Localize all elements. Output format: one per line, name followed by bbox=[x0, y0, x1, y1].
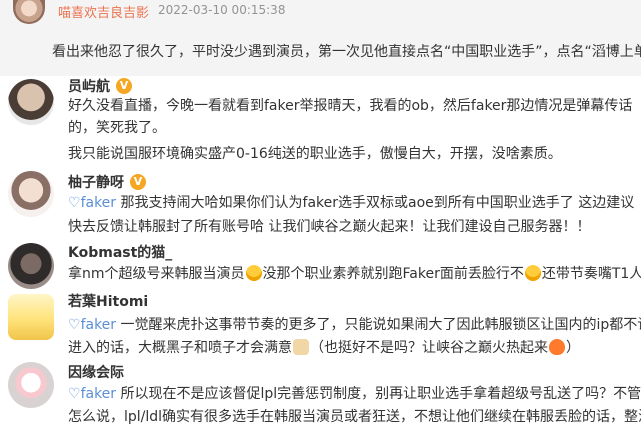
avatar[interactable] bbox=[8, 362, 54, 408]
mention-tag[interactable]: ♡faker bbox=[68, 386, 121, 402]
avatar[interactable] bbox=[8, 171, 54, 217]
reply-text-line: 快去反馈让韩服封了所有账号哈 让我们峡谷之巅火起来！让我们建设自己服务器！！ bbox=[68, 219, 591, 235]
reply-item: 若葉Hitomi ♡faker 一觉醒来虎扑这事带节奏的更多了，只能说如果闹大了… bbox=[0, 292, 641, 358]
avatar[interactable] bbox=[8, 79, 54, 125]
reply-text-line: ♡faker 所以现在不是应该督促lpl完善惩罚制度，别再让职业选手拿着超级号乱… bbox=[68, 386, 641, 402]
reply-user-row: 柚子静呀 V bbox=[68, 172, 146, 192]
reply-username[interactable]: 员屿航 bbox=[68, 76, 110, 96]
cat-emoji-icon bbox=[293, 339, 309, 355]
reply-user-row: 员屿航 V bbox=[68, 76, 132, 96]
avatar[interactable] bbox=[8, 294, 54, 340]
reply-text-line: 我只能说国服环境确实盛产0-16纯送的职业选手，傲慢自大，开摆，没啥素质。 bbox=[68, 146, 562, 162]
reply-text-line: ♡faker 那我支持闹大哈如果你们认为faker选手双标或aoe到所有中国职业… bbox=[68, 195, 635, 211]
parent-comment: 喵喜欢吉良吉影 2022-03-10 00:15:38 看出来他忍了很久了，平时… bbox=[0, 0, 641, 76]
parent-timestamp: 2022-03-10 00:15:38 bbox=[158, 3, 286, 17]
mention-tag[interactable]: ♡faker bbox=[68, 317, 121, 333]
reply-user-row: Kobmast的猫_ bbox=[68, 242, 172, 262]
parent-comment-text: 看出来他忍了很久了，平时没少遇到演员，第一次见他直接点名“中国职业选手”，点名“… bbox=[52, 44, 641, 60]
laugh-emoji-icon bbox=[524, 265, 541, 281]
grin-emoji-icon bbox=[245, 265, 262, 281]
mention-tag-icon: ♡ bbox=[68, 386, 81, 402]
reply-item: 柚子静呀 V ♡faker 那我支持闹大哈如果你们认为faker选手双标或aoe… bbox=[0, 168, 641, 240]
reply-username[interactable]: Kobmast的猫_ bbox=[68, 242, 172, 262]
reply-item: 员屿航 V 好久没看直播，今晚一看就看到faker举报晴天，我看的ob，然后fa… bbox=[0, 76, 641, 168]
verified-badge-icon: V bbox=[116, 78, 132, 94]
mention-tag-icon: ♡ bbox=[68, 195, 81, 211]
verified-badge-icon: V bbox=[130, 174, 146, 190]
reply-username[interactable]: 因缘会际 bbox=[68, 362, 124, 382]
reply-username[interactable]: 柚子静呀 bbox=[68, 172, 124, 192]
parent-username[interactable]: 喵喜欢吉良吉影 bbox=[58, 2, 149, 21]
avatar[interactable] bbox=[8, 243, 54, 289]
reply-text-line: 怎么说，lpl/ldl确实有很多选手在韩服当演员或者狂送，不想让他们继续在韩服丢… bbox=[68, 409, 641, 425]
reply-text-line: 的，笑死我了。 bbox=[68, 120, 166, 136]
reply-text-line: ♡faker 一觉醒来虎扑这事带节奏的更多了，只能说如果闹大了因此韩服锁区让国内… bbox=[68, 317, 641, 333]
reply-item: 因缘会际 ♡faker 所以现在不是应该督促lpl完善惩罚制度，别再让职业选手拿… bbox=[0, 358, 641, 431]
reply-username[interactable]: 若葉Hitomi bbox=[68, 291, 148, 311]
reply-item: Kobmast的猫_ 拿nm个超级号来韩服当演员 没那个职业素养就别跑Faker面… bbox=[0, 240, 641, 292]
reply-user-row: 若葉Hitomi bbox=[68, 291, 148, 311]
reply-text-line: 好久没看直播，今晚一看就看到faker举报晴天，我看的ob，然后faker那边情… bbox=[68, 98, 633, 114]
reply-text-line: 拿nm个超级号来韩服当演员 没那个职业素养就别跑Faker面前丢脸行不 还带节奏嘴T… bbox=[68, 265, 641, 282]
mention-tag-icon: ♡ bbox=[68, 317, 81, 333]
fire-emoji-icon bbox=[549, 339, 565, 355]
avatar[interactable] bbox=[13, 0, 45, 24]
reply-text-line: 进入的话，大概黑子和喷子才会满意 （也挺好不是吗？让峡谷之巅火热起来） bbox=[68, 339, 580, 356]
mention-tag[interactable]: ♡faker bbox=[68, 195, 121, 211]
reply-user-row: 因缘会际 bbox=[68, 362, 124, 382]
